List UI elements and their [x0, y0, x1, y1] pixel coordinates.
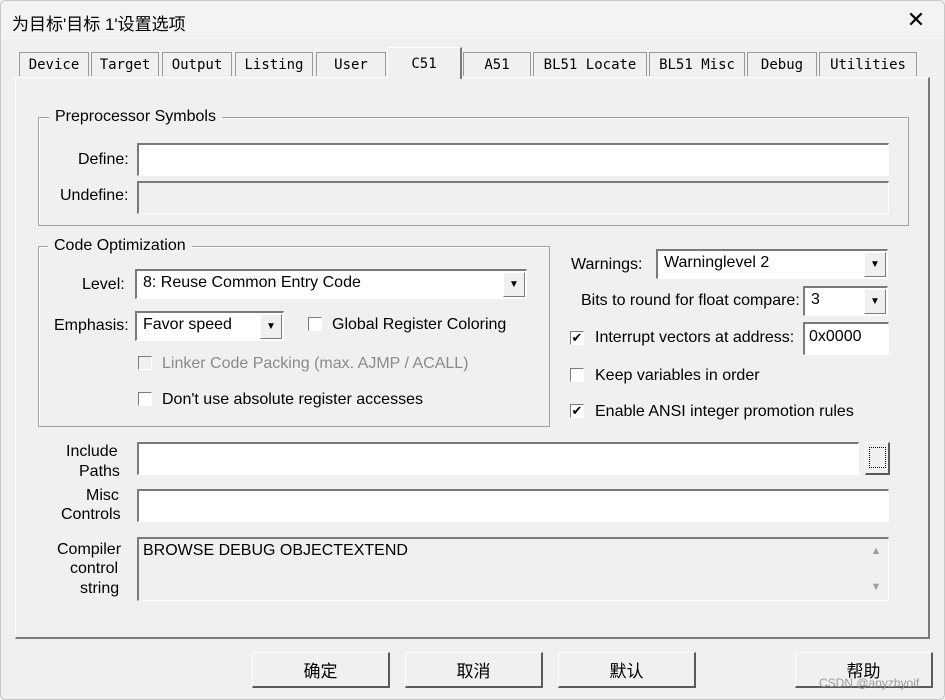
close-icon[interactable]: ✕: [899, 6, 933, 34]
misc-controls-label-1: Misc: [86, 487, 119, 504]
tab-user[interactable]: User: [316, 52, 386, 76]
tab-utilities[interactable]: Utilities: [819, 52, 917, 76]
include-paths-label-1: Include: [66, 443, 118, 460]
scroll-down-icon[interactable]: ▼: [867, 581, 885, 593]
no-absolute-register-label: Don't use absolute register accesses: [162, 391, 423, 408]
interrupt-vectors-label: Interrupt vectors at address:: [595, 329, 795, 346]
scroll-up-icon[interactable]: ▲: [867, 545, 885, 557]
misc-controls-label-2: Controls: [61, 506, 121, 523]
compiler-control-label-3: string: [80, 580, 120, 597]
bits-round-select[interactable]: 3 ▼: [803, 286, 888, 316]
cancel-button[interactable]: 取消: [405, 652, 543, 688]
defaults-button[interactable]: 默认: [558, 652, 696, 688]
emphasis-label: Emphasis:: [54, 317, 129, 334]
chevron-down-icon[interactable]: ▼: [503, 272, 525, 297]
tab-output[interactable]: Output: [162, 52, 232, 76]
level-value: 8: Reuse Common Entry Code: [143, 274, 361, 291]
enable-ansi-label: Enable ANSI integer promotion rules: [595, 403, 854, 420]
define-label: Define:: [78, 151, 129, 168]
ellipsis-icon: [868, 447, 886, 468]
keep-variables-label: Keep variables in order: [595, 367, 760, 384]
bits-round-value: 3: [811, 291, 820, 308]
tab-bl51-locate[interactable]: BL51 Locate: [533, 52, 647, 76]
warnings-select[interactable]: Warninglevel 2 ▼: [656, 249, 888, 279]
include-paths-label-2: Paths: [79, 463, 120, 480]
keep-variables-checkbox[interactable]: [570, 368, 584, 382]
warnings-value: Warninglevel 2: [664, 254, 770, 271]
chevron-down-icon[interactable]: ▼: [864, 289, 886, 314]
global-register-coloring-checkbox[interactable]: [308, 317, 322, 331]
emphasis-value: Favor speed: [143, 316, 232, 333]
include-paths-input[interactable]: [137, 442, 859, 475]
ok-button[interactable]: 确定: [252, 652, 390, 688]
undefine-input[interactable]: [137, 181, 889, 214]
no-absolute-register-checkbox[interactable]: [138, 392, 152, 406]
chevron-down-icon[interactable]: ▼: [260, 314, 282, 339]
title-bar: 为目标'目标 1'设置选项 ✕: [1, 1, 944, 39]
compiler-control-label-2: control: [70, 560, 119, 577]
bits-round-label: Bits to round for float compare:: [581, 292, 800, 309]
warnings-label: Warnings:: [571, 256, 643, 273]
enable-ansi-checkbox[interactable]: ✔: [570, 404, 584, 418]
chevron-down-icon[interactable]: ▼: [864, 252, 886, 277]
compiler-control-textarea[interactable]: BROWSE DEBUG OBJECTEXTEND: [137, 537, 889, 601]
global-register-coloring-label: Global Register Coloring: [332, 316, 507, 333]
tab-listing[interactable]: Listing: [235, 52, 313, 76]
level-label: Level:: [82, 276, 125, 293]
linker-code-packing-checkbox[interactable]: [138, 356, 152, 370]
level-select[interactable]: 8: Reuse Common Entry Code ▼: [135, 269, 527, 299]
tab-debug[interactable]: Debug: [747, 52, 817, 76]
tab-c51[interactable]: C51: [387, 47, 462, 79]
linker-code-packing-label: Linker Code Packing (max. AJMP / ACALL): [162, 355, 469, 372]
emphasis-select[interactable]: Favor speed ▼: [135, 311, 284, 341]
window-title: 为目标'目标 1'设置选项: [12, 15, 186, 34]
options-dialog: 为目标'目标 1'设置选项 ✕ Device Target Output Lis…: [0, 0, 945, 700]
compiler-control-label-1: Compiler: [57, 541, 122, 558]
interrupt-vectors-checkbox[interactable]: ✔: [570, 331, 584, 345]
misc-controls-input[interactable]: [137, 489, 889, 522]
define-input[interactable]: [137, 143, 889, 176]
tab-device[interactable]: Device: [19, 52, 89, 76]
tab-target[interactable]: Target: [91, 52, 159, 76]
optimization-legend: Code Optimization: [48, 237, 192, 255]
browse-button[interactable]: [865, 442, 890, 475]
tab-a51[interactable]: A51: [463, 52, 531, 76]
interrupt-vectors-address-input[interactable]: 0x0000: [803, 322, 889, 355]
tab-bl51-misc[interactable]: BL51 Misc: [649, 52, 745, 76]
undefine-label: Undefine:: [60, 187, 129, 204]
preprocessor-legend: Preprocessor Symbols: [49, 108, 222, 126]
watermark: CSDN @anyzhyoif: [819, 676, 920, 690]
